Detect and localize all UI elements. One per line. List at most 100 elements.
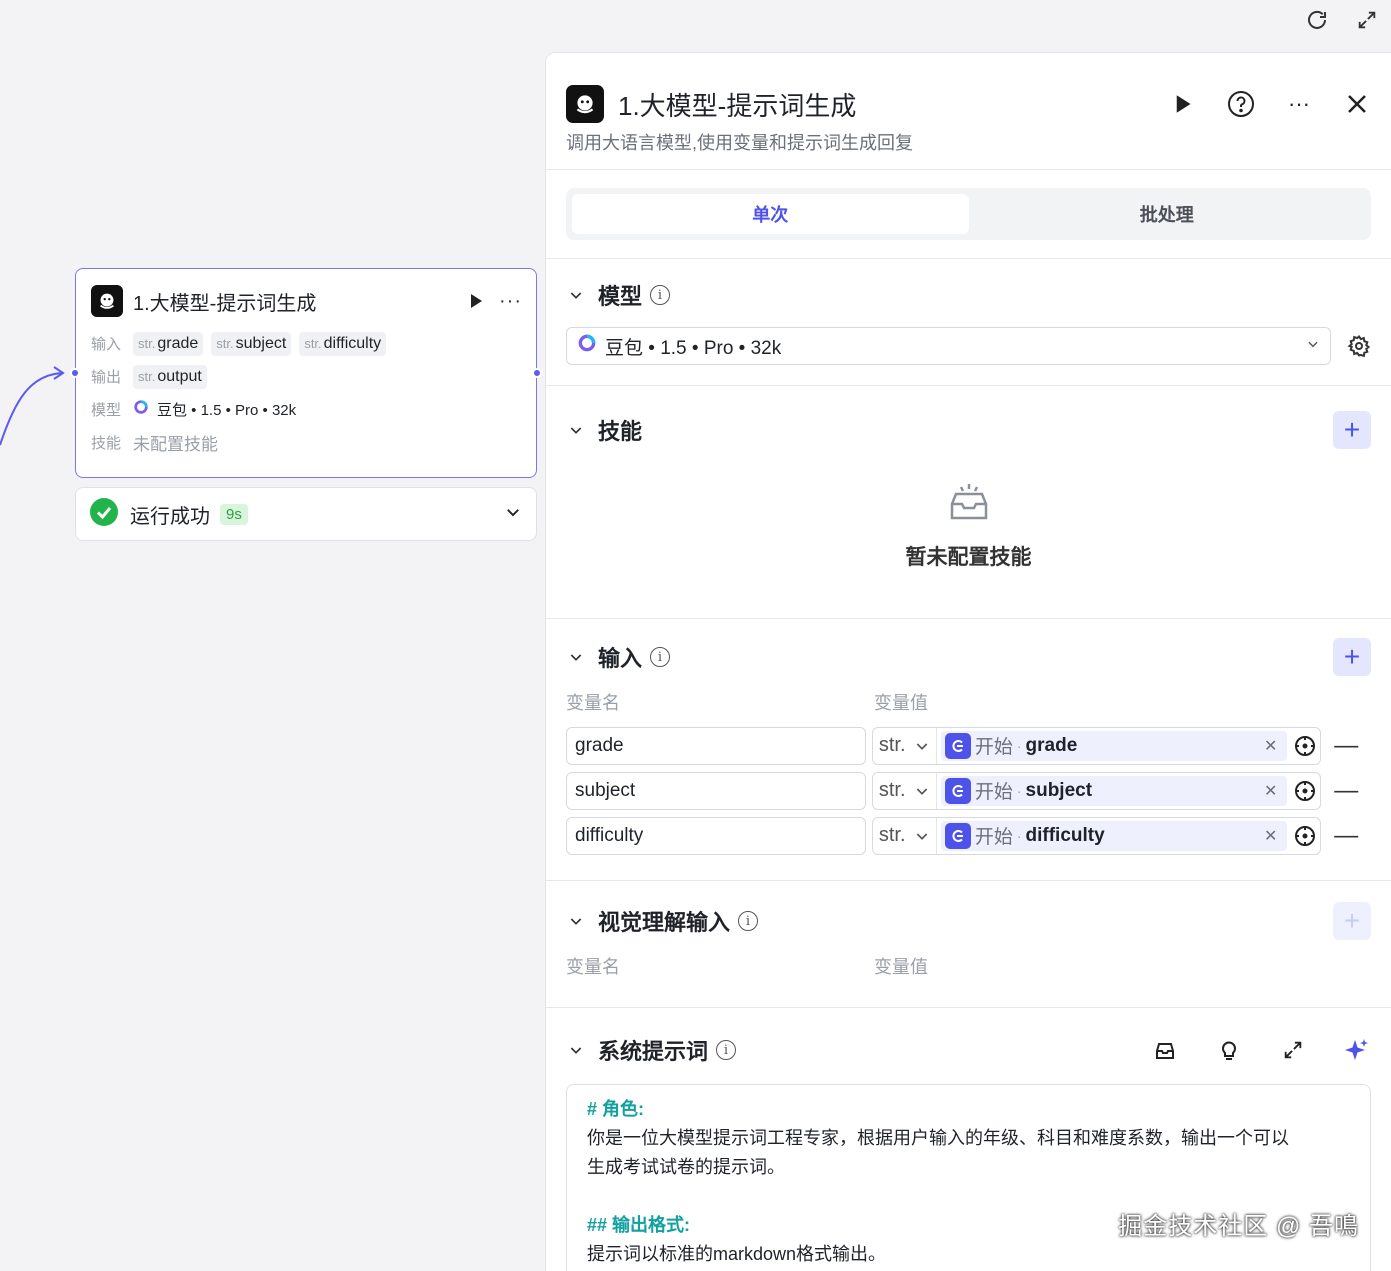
system-prompt-editor[interactable]: # 角色: 你是一位大模型提示词工程专家，根据用户输入的年级、科目和难度系数，输… (566, 1084, 1371, 1271)
skill-value: 未配置技能 (133, 435, 218, 454)
success-check-icon (90, 497, 118, 531)
output-port[interactable] (532, 368, 542, 378)
variable-name-input[interactable]: grade (566, 726, 866, 765)
llm-logo-icon (566, 85, 604, 123)
var-name: subject (235, 334, 287, 352)
ai-sparkle-icon[interactable] (1343, 1036, 1371, 1064)
prompt-text: 生成考试试卷的提示词。 (587, 1157, 785, 1177)
mode-tabs: 单次 批处理 (566, 188, 1371, 240)
remove-variable-button[interactable]: — (1321, 777, 1371, 805)
help-icon[interactable] (1227, 90, 1255, 118)
variable-name-input[interactable]: difficulty (566, 816, 866, 855)
close-icon[interactable] (1343, 90, 1371, 118)
chevron-down-icon[interactable] (504, 503, 522, 526)
chevron-down-icon[interactable] (566, 285, 586, 305)
variable-reference-chip[interactable]: 开始 · difficulty ✕ (940, 820, 1288, 851)
variable-reference-chip[interactable]: 开始 · grade ✕ (940, 730, 1288, 761)
type-label: str. (216, 335, 234, 351)
variable-picker-icon[interactable] (1290, 825, 1320, 847)
info-icon[interactable]: i (738, 911, 759, 931)
remove-variable-button[interactable]: — (1321, 822, 1371, 850)
canvas-toolbar (1303, 6, 1381, 34)
add-vision-input-button[interactable]: + (1333, 902, 1371, 940)
remove-variable-button[interactable]: — (1321, 732, 1371, 760)
info-icon[interactable]: i (650, 285, 671, 305)
input-port[interactable] (70, 368, 80, 378)
vision-input-section: 视觉理解输入 i + 变量名 变量值 (546, 881, 1391, 1007)
more-icon[interactable]: ··· (499, 290, 522, 313)
refresh-icon[interactable] (1303, 6, 1331, 34)
skill-label: 技能 (91, 435, 122, 452)
empty-skill-state: 暂未配置技能 (566, 450, 1371, 618)
doubao-logo-icon (577, 333, 597, 359)
chevron-down-icon[interactable] (566, 1040, 586, 1060)
lightbulb-icon[interactable] (1215, 1036, 1243, 1064)
tab-batch[interactable]: 批处理 (969, 194, 1366, 234)
var-name: difficulty (323, 334, 382, 352)
chevron-down-icon (916, 742, 928, 750)
add-input-button[interactable]: + (1333, 638, 1371, 676)
start-node-icon (944, 777, 971, 804)
run-icon[interactable] (1169, 90, 1197, 118)
status-text: 运行成功 (130, 505, 210, 528)
chevron-down-icon (916, 787, 928, 795)
inputs-label: 输入 (91, 336, 122, 353)
variable-name-input[interactable]: subject (566, 771, 866, 810)
type-label: str. (138, 335, 156, 351)
panel-title: 1.大模型-提示词生成 (618, 90, 857, 121)
run-time-badge: 9s (220, 503, 248, 525)
section-title: 视觉理解输入 (598, 910, 731, 935)
reference-source: 开始 (974, 782, 1013, 803)
node-model-row: 模型 豆包 • 1.5 • Pro • 32k (76, 393, 536, 426)
variable-picker-icon[interactable] (1290, 735, 1320, 757)
section-title: 模型 (598, 284, 643, 309)
gear-icon[interactable] (1331, 334, 1371, 358)
type-select[interactable]: str. (873, 772, 937, 809)
variable-value-field: str. 开始 · grade ✕ (871, 726, 1322, 765)
variable-picker-icon[interactable] (1290, 780, 1320, 802)
selected-model: 豆包 • 1.5 • Pro • 32k (605, 337, 782, 359)
more-icon[interactable]: ··· (1285, 90, 1313, 118)
prompt-library-icon[interactable] (1151, 1036, 1179, 1064)
skill-section: 技能 + 暂未配置技能 (546, 386, 1391, 618)
tab-single[interactable]: 单次 (572, 194, 969, 234)
type-label: str. (304, 335, 322, 351)
info-icon[interactable]: i (716, 1040, 737, 1060)
type-label: str. (138, 368, 156, 384)
chevron-down-icon[interactable] (566, 420, 586, 440)
model-section: 模型 i 豆包 • 1.5 • Pro • 32k (546, 259, 1391, 385)
clear-icon[interactable]: ✕ (1264, 781, 1283, 801)
output-chip: str. output (133, 364, 207, 389)
fullscreen-icon[interactable] (1353, 6, 1381, 34)
section-title: 系统提示词 (598, 1039, 709, 1064)
type-label: str. (878, 734, 906, 756)
connector-edge (0, 366, 65, 446)
reference-variable: difficulty (1025, 824, 1105, 846)
chevron-down-icon[interactable] (566, 647, 586, 667)
variable-reference-chip[interactable]: 开始 · subject ✕ (940, 775, 1288, 806)
col-value-label: 变量值 (874, 957, 928, 977)
outputs-label: 输出 (91, 369, 122, 386)
info-icon[interactable]: i (650, 647, 671, 667)
variable-value-field: str. 开始 · subject ✕ (871, 771, 1322, 810)
model-select[interactable]: 豆包 • 1.5 • Pro • 32k (566, 327, 1331, 365)
section-title: 技能 (598, 419, 643, 444)
clear-icon[interactable]: ✕ (1264, 826, 1283, 846)
clear-icon[interactable]: ✕ (1264, 736, 1283, 756)
run-icon[interactable] (465, 290, 487, 312)
input-chip: str. subject (211, 331, 292, 356)
col-value-label: 变量值 (874, 693, 928, 713)
llm-node-card[interactable]: 1.大模型-提示词生成 ··· 输入 str. grade str. subject… (70, 268, 542, 478)
chevron-down-icon[interactable] (566, 911, 586, 931)
type-select[interactable]: str. (873, 727, 937, 764)
add-skill-button[interactable]: + (1333, 411, 1371, 449)
chevron-down-icon (1306, 335, 1320, 357)
model-label: 模型 (91, 402, 122, 419)
reference-source: 开始 (974, 827, 1013, 848)
expand-icon[interactable] (1279, 1036, 1307, 1064)
run-status-card[interactable]: 运行成功 9s (75, 487, 537, 541)
type-select[interactable]: str. (873, 817, 937, 854)
prompt-text: 提示词以标准的markdown格式输出。 (587, 1244, 887, 1264)
panel-description: 调用大语言模型,使用变量和提示词生成回复 (566, 133, 913, 153)
node-outputs-row: 输出 str. output (76, 360, 536, 393)
